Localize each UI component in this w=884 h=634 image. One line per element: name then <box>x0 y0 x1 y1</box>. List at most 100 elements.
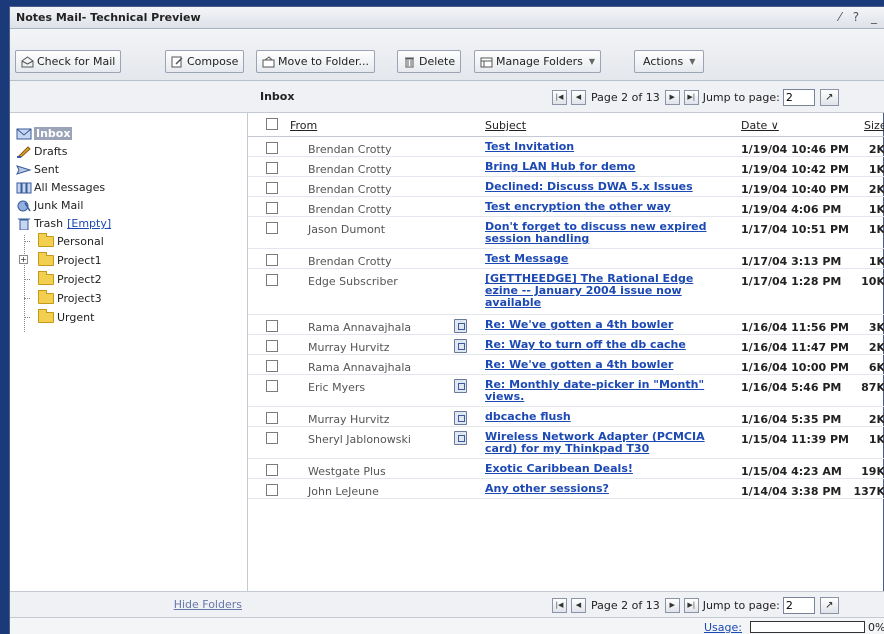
check-mail-button[interactable]: Check for Mail <box>15 50 122 73</box>
table-row[interactable]: Westgate Plus Exotic Caribbean Deals! 1/15… <box>248 459 884 479</box>
table-row[interactable]: Brendan Crotty Test encryption the other … <box>248 197 884 217</box>
row-checkbox[interactable] <box>266 142 278 154</box>
table-row[interactable]: Edge Subscriber [GETTHEEDGE] The Rational… <box>248 269 884 315</box>
usage-percent: 0% <box>868 621 884 634</box>
message-subject-link[interactable]: Re: We've gotten a 4th bowler <box>485 319 725 331</box>
row-checkbox[interactable] <box>266 340 278 352</box>
folder-all-messages[interactable]: All Messages <box>16 179 105 196</box>
actions-button[interactable]: Actions ▼ <box>634 50 705 73</box>
window-controls[interactable]: ⁄ ? _ <box>839 10 881 24</box>
message-size: 1K <box>868 433 884 446</box>
table-row[interactable]: Brendan Crotty Bring LAN Hub for demo 1/19… <box>248 157 884 177</box>
table-row[interactable]: John LeJeune Any other sessions? 1/14/04 3… <box>248 479 884 499</box>
table-row[interactable]: Brendan Crotty Declined: Discuss DWA 5.x … <box>248 177 884 197</box>
table-row[interactable]: Brendan Crotty Test Message 1/17/04 3:13 P… <box>248 249 884 269</box>
move-to-folder-button[interactable]: Move to Folder... <box>256 50 376 73</box>
message-subject-link[interactable]: Re: Way to turn off the db cache <box>485 339 725 351</box>
page-indicator: Page 2 of 13 <box>591 90 660 104</box>
row-checkbox[interactable] <box>266 162 278 174</box>
folder-project2[interactable]: Project2 <box>38 271 102 288</box>
row-checkbox[interactable] <box>266 320 278 332</box>
column-from[interactable]: From <box>290 119 317 132</box>
message-subject-link[interactable]: Wireless Network Adapter (PCMCIA card) f… <box>485 431 725 455</box>
column-size[interactable]: Size <box>864 119 884 132</box>
message-subject-link[interactable]: Test Message <box>485 253 725 265</box>
message-subject-link[interactable]: Test encryption the other way <box>485 201 725 213</box>
hide-folders-bar: Hide Folders <box>10 591 248 617</box>
usage-bar <box>750 621 865 633</box>
message-subject-link[interactable]: Test Invitation <box>485 141 725 153</box>
table-row[interactable]: Murray Hurvitz Re: Way to turn off the db… <box>248 335 884 355</box>
row-checkbox[interactable] <box>266 202 278 214</box>
delete-button[interactable]: Delete <box>397 50 462 73</box>
drafts-icon <box>16 145 32 159</box>
prev-page-icon[interactable]: ◀ <box>571 89 586 105</box>
next-page-icon[interactable]: ▶ <box>664 89 680 105</box>
select-all-checkbox[interactable] <box>266 118 278 130</box>
message-subject-link[interactable]: Re: We've gotten a 4th bowler <box>485 359 725 371</box>
message-subject-link[interactable]: Any other sessions? <box>485 483 725 495</box>
table-row[interactable]: Rama Annavajhala Re: We've gotten a 4th b… <box>248 355 884 375</box>
table-row[interactable]: Brendan Crotty Test Invitation 1/19/04 10:… <box>248 137 884 157</box>
expand-icon[interactable]: + <box>19 255 28 264</box>
column-date[interactable]: Date ∨ <box>741 119 779 132</box>
usage-link[interactable]: Usage: <box>704 621 742 634</box>
row-checkbox[interactable] <box>266 254 278 266</box>
message-subject-link[interactable]: [GETTHEEDGE] The Rational Edge ezine -- … <box>485 273 725 309</box>
app-window: Notes Mail- Technical Preview ⁄ ? _ Chec… <box>9 6 884 634</box>
folder-trash[interactable]: Trash [Empty] <box>16 215 111 232</box>
folder-sent[interactable]: Sent <box>16 161 59 178</box>
hide-folders-link[interactable]: Hide Folders <box>174 598 242 611</box>
column-subject[interactable]: Subject <box>485 119 526 132</box>
table-row[interactable]: Rama Annavajhala Re: We've gotten a 4th b… <box>248 315 884 335</box>
table-row[interactable]: Jason Dumont Don't forget to discuss new … <box>248 217 884 249</box>
row-checkbox[interactable] <box>266 222 278 234</box>
table-row[interactable]: Murray Hurvitz dbcache flush 1/16/04 5:35 … <box>248 407 884 427</box>
go-icon[interactable]: ↗ <box>819 596 839 614</box>
message-date: 1/16/04 11:56 PM <box>741 321 849 334</box>
folder-urgent[interactable]: Urgent <box>38 309 94 326</box>
message-date: 1/19/04 10:46 PM <box>741 143 849 156</box>
message-subject-link[interactable]: Don't forget to discuss new expired sess… <box>485 221 725 245</box>
folder-label: Project3 <box>57 292 102 305</box>
folder-label: Sent <box>34 163 60 176</box>
row-checkbox[interactable] <box>266 464 278 476</box>
empty-trash-link[interactable]: [Empty] <box>67 217 111 230</box>
column-header: From Subject Date ∨ Size <box>248 113 884 137</box>
folder-junk-mail[interactable]: Junk Mail <box>16 197 83 214</box>
message-size: 87K <box>861 381 884 394</box>
compose-button[interactable]: Compose <box>165 50 245 73</box>
prev-page-icon[interactable]: ◀ <box>571 597 586 613</box>
folder-inbox[interactable]: Inbox <box>16 125 73 142</box>
message-subject-link[interactable]: Bring LAN Hub for demo <box>485 161 725 173</box>
last-page-icon[interactable]: ▶| <box>683 89 699 105</box>
message-subject-link[interactable]: Re: Monthly date-picker in "Month" views… <box>485 379 725 403</box>
row-checkbox[interactable] <box>266 432 278 444</box>
table-row[interactable]: Sheryl Jablonowski Wireless Network Adapt… <box>248 427 884 459</box>
manage-folders-button[interactable]: Manage Folders ▼ <box>474 50 602 73</box>
message-subject-link[interactable]: Declined: Discuss DWA 5.x Issues <box>485 181 725 193</box>
last-page-icon[interactable]: ▶| <box>683 597 699 613</box>
first-page-icon[interactable]: |◀ <box>552 597 567 613</box>
row-checkbox[interactable] <box>266 380 278 392</box>
next-page-icon[interactable]: ▶ <box>664 597 680 613</box>
table-row[interactable]: Eric Myers Re: Monthly date-picker in "Mo… <box>248 375 884 407</box>
row-checkbox[interactable] <box>266 484 278 496</box>
row-checkbox[interactable] <box>266 412 278 424</box>
first-page-icon[interactable]: |◀ <box>552 89 567 105</box>
row-checkbox[interactable] <box>266 360 278 372</box>
folder-personal[interactable]: Personal <box>38 233 104 250</box>
folder-label: Project2 <box>57 273 102 286</box>
message-subject-link[interactable]: dbcache flush <box>485 411 725 423</box>
message-date: 1/17/04 10:51 PM <box>741 223 849 236</box>
message-subject-link[interactable]: Exotic Caribbean Deals! <box>485 463 725 475</box>
view-header: Inbox |◀ ◀ Page 2 of 13 ▶ ▶| Jump to pag… <box>248 81 884 113</box>
folder-project3[interactable]: Project3 <box>38 290 102 307</box>
jump-to-page-input[interactable] <box>782 88 815 106</box>
jump-to-page-input[interactable] <box>782 596 815 614</box>
folder-drafts[interactable]: Drafts <box>16 143 67 160</box>
row-checkbox[interactable] <box>266 274 278 286</box>
folder-project1[interactable]: Project1 <box>38 252 102 269</box>
row-checkbox[interactable] <box>266 182 278 194</box>
go-icon[interactable]: ↗ <box>819 88 839 106</box>
